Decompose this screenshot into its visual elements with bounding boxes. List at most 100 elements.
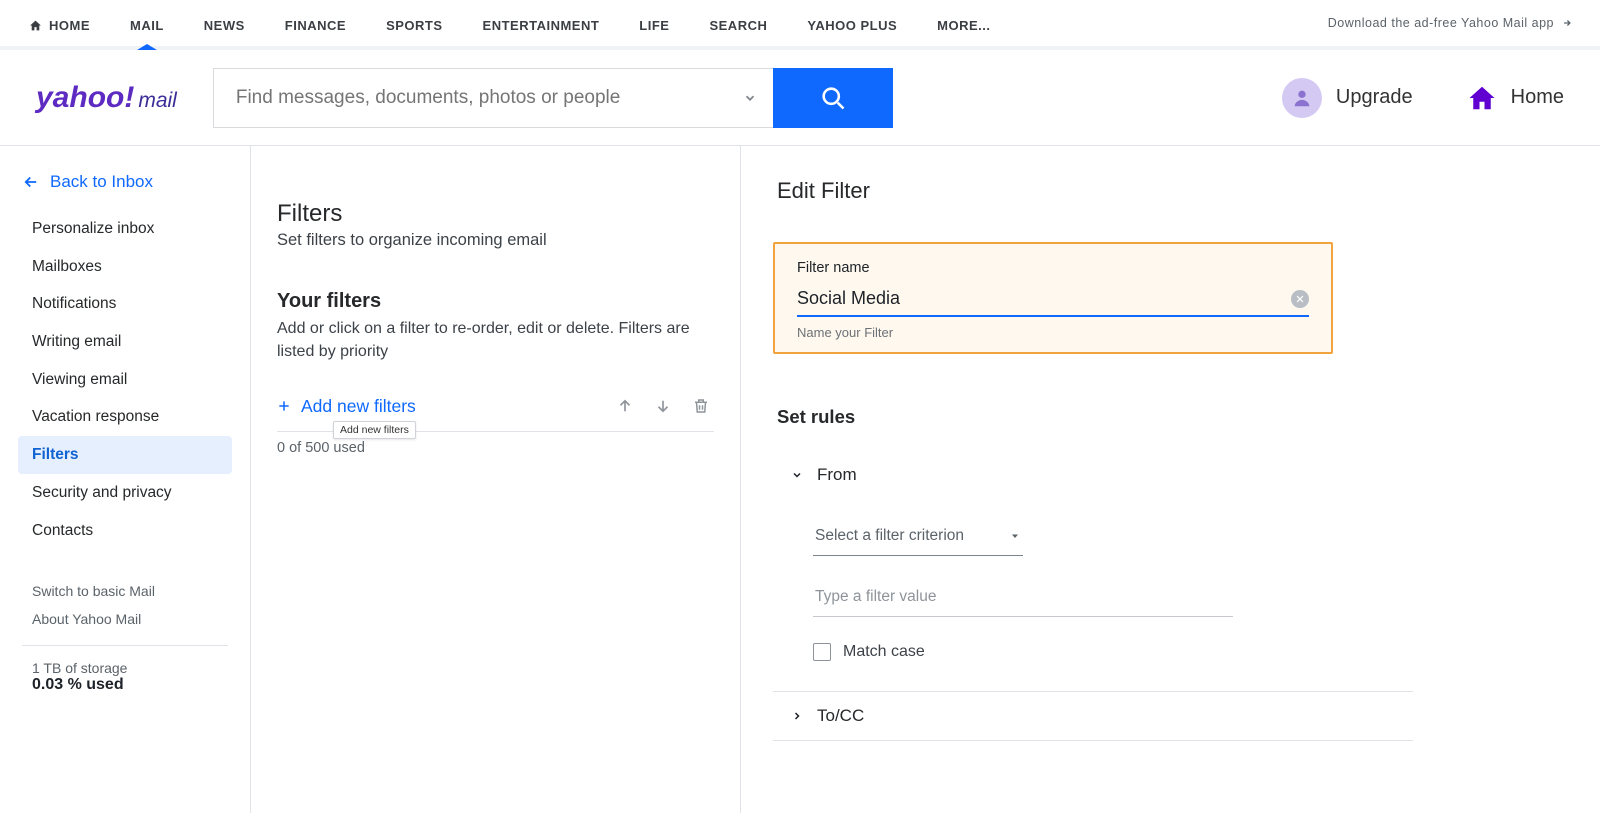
topnav-more[interactable]: MORE... (937, 1, 990, 46)
topnav-home[interactable]: HOME (28, 1, 90, 46)
topnav-label: SEARCH (709, 18, 767, 33)
rule-from-toggle[interactable]: From (773, 451, 1413, 499)
chevron-down-icon (791, 469, 803, 481)
topnav-sports[interactable]: SPORTS (386, 1, 442, 46)
rule-section-tocc: To/CC (773, 692, 1413, 741)
sidebar-item-viewing[interactable]: Viewing email (0, 361, 250, 399)
upgrade-label: Upgrade (1336, 86, 1413, 109)
topnav-label: MORE... (937, 18, 990, 33)
download-label: Download the ad-free Yahoo Mail app (1328, 16, 1554, 30)
page-subtitle: Set filters to organize incoming email (277, 231, 714, 250)
search-icon (819, 84, 847, 112)
criterion-placeholder: Select a filter criterion (815, 527, 964, 545)
topnav-entertainment[interactable]: ENTERTAINMENT (483, 1, 600, 46)
home-icon (1465, 83, 1499, 113)
header-bar: yahoo! mail Upgrade Home (0, 50, 1600, 146)
rule-from-label: From (817, 465, 857, 485)
rule-from-body: Select a filter criterion Match case (773, 499, 1413, 691)
edit-filter-card: Edit Filter Filter name Name your Filter… (773, 178, 1413, 741)
chevron-down-icon[interactable] (743, 91, 757, 105)
page-title: Filters (277, 200, 714, 228)
add-new-filters-link[interactable]: Add new filters (277, 396, 416, 417)
set-rules-heading: Set rules (777, 406, 1413, 428)
caret-down-icon (1009, 530, 1021, 542)
search-input[interactable] (236, 87, 735, 109)
logo-brand: yahoo! (36, 81, 134, 115)
rule-tocc-label: To/CC (817, 706, 864, 726)
plus-icon (277, 399, 291, 413)
sidebar-separator (22, 645, 228, 646)
filter-name-helper: Name your Filter (797, 325, 1309, 340)
back-to-inbox-link[interactable]: Back to Inbox (0, 172, 250, 210)
storage-line2: 0.03 % used (32, 676, 124, 693)
search-box[interactable] (213, 68, 773, 128)
topnav-news[interactable]: NEWS (204, 1, 245, 46)
sidebar-item-security[interactable]: Security and privacy (0, 474, 250, 512)
trash-icon (692, 397, 710, 415)
home-label: Home (1511, 86, 1564, 109)
topnav-label: MAIL (130, 18, 164, 33)
about-link[interactable]: About Yahoo Mail (32, 611, 250, 627)
add-filters-row: Add new filters Add new filters (277, 393, 714, 432)
delete-button[interactable] (688, 393, 714, 419)
arrow-right-icon (1562, 18, 1572, 28)
topnav-mail[interactable]: MAIL (130, 1, 164, 46)
rule-tocc-toggle[interactable]: To/CC (773, 692, 1413, 740)
yahoo-mail-logo[interactable]: yahoo! mail (36, 81, 177, 115)
close-icon (1295, 294, 1305, 304)
criterion-select[interactable]: Select a filter criterion (813, 521, 1023, 556)
chevron-right-icon (791, 710, 803, 722)
filter-value-input[interactable] (813, 582, 1233, 617)
filter-name-input-wrap (797, 284, 1309, 317)
sidebar-item-writing[interactable]: Writing email (0, 323, 250, 361)
edit-filter-panel: Edit Filter Filter name Name your Filter… (741, 146, 1600, 813)
filters-column: Filters Set filters to organize incoming… (251, 146, 741, 813)
panel-title: Edit Filter (773, 178, 1413, 204)
filter-name-input[interactable] (797, 288, 1291, 309)
upgrade-link[interactable]: Upgrade (1282, 78, 1413, 118)
topnav-life[interactable]: LIFE (639, 1, 669, 46)
move-down-button[interactable] (650, 393, 676, 419)
add-filters-tooltip: Add new filters (333, 421, 416, 439)
download-app-link[interactable]: Download the ad-free Yahoo Mail app (1328, 16, 1572, 30)
arrow-left-icon (22, 173, 40, 191)
storage-line1: 1 TB of storage (32, 660, 250, 676)
add-label: Add new filters (301, 396, 416, 417)
home-link[interactable]: Home (1465, 83, 1564, 113)
topnav-search[interactable]: SEARCH (709, 1, 767, 46)
move-up-button[interactable] (612, 393, 638, 419)
topnav-label: SPORTS (386, 18, 442, 33)
sidebar-menu: Personalize inbox Mailboxes Notification… (0, 210, 250, 549)
arrow-up-icon (616, 397, 634, 415)
sidebar-item-vacation[interactable]: Vacation response (0, 398, 250, 436)
settings-sidebar: Back to Inbox Personalize inbox Mailboxe… (0, 146, 251, 813)
avatar (1282, 78, 1322, 118)
search-wrap (213, 68, 893, 128)
topnav-label: FINANCE (285, 18, 346, 33)
sidebar-item-personalize[interactable]: Personalize inbox (0, 210, 250, 248)
switch-basic-link[interactable]: Switch to basic Mail (32, 583, 250, 599)
rule-section-from: From Select a filter criterion Match cas… (773, 450, 1413, 692)
arrow-down-icon (654, 397, 672, 415)
sidebar-item-notifications[interactable]: Notifications (0, 285, 250, 323)
top-nav-left: HOME MAIL NEWS FINANCE SPORTS ENTERTAINM… (28, 1, 990, 46)
filter-name-box: Filter name Name your Filter (773, 242, 1333, 354)
topnav-label: HOME (49, 18, 90, 33)
match-case-checkbox[interactable] (813, 643, 831, 661)
app-body: Back to Inbox Personalize inbox Mailboxe… (0, 146, 1600, 813)
sidebar-item-filters[interactable]: Filters (18, 436, 232, 474)
clear-name-button[interactable] (1291, 290, 1309, 308)
sidebar-footer-links: Switch to basic Mail About Yahoo Mail (0, 583, 250, 627)
topnav-label: ENTERTAINMENT (483, 18, 600, 33)
back-label: Back to Inbox (50, 172, 153, 192)
topnav-label: YAHOO PLUS (807, 18, 897, 33)
sidebar-item-mailboxes[interactable]: Mailboxes (0, 248, 250, 286)
sidebar-item-contacts[interactable]: Contacts (0, 512, 250, 550)
topnav-label: LIFE (639, 18, 669, 33)
topnav-finance[interactable]: FINANCE (285, 1, 346, 46)
header-right: Upgrade Home (1282, 78, 1564, 118)
topnav-yahoo-plus[interactable]: YAHOO PLUS (807, 1, 897, 46)
search-button[interactable] (773, 68, 893, 128)
match-case-row: Match case (813, 643, 1413, 661)
storage-info: 1 TB of storage 0.03 % used (0, 660, 250, 694)
